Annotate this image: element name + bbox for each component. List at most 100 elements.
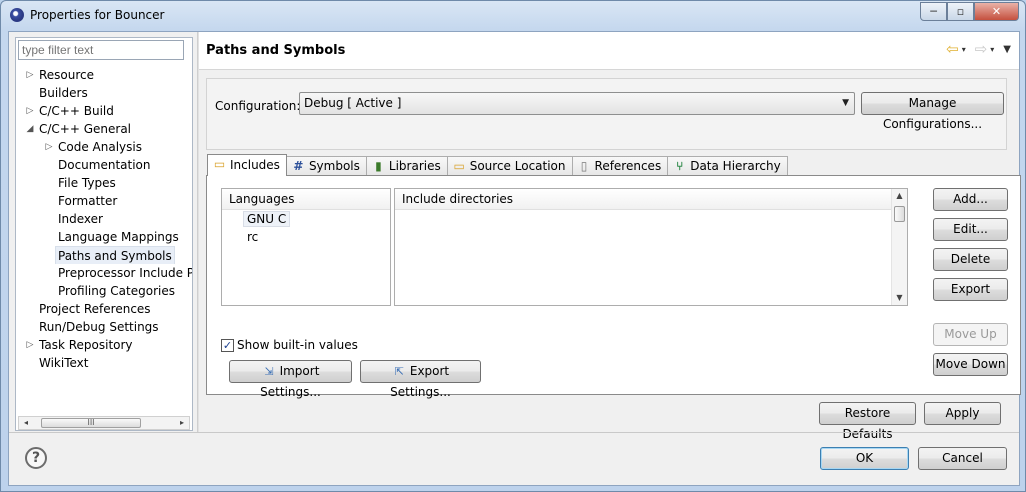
configuration-label: Configuration:	[215, 99, 301, 113]
configuration-select[interactable]: Debug [ Active ] ▼	[299, 92, 855, 115]
tree-item[interactable]: Profiling Categories	[16, 282, 192, 300]
maximize-button[interactable]: ▫	[947, 2, 974, 21]
move-up-button[interactable]: Move Up	[933, 323, 1008, 346]
scroll-left-icon[interactable]: ◂	[19, 417, 33, 429]
collapsed-twisty-icon[interactable]: ▷	[25, 336, 35, 354]
scroll-down-icon[interactable]: ▼	[892, 291, 907, 305]
tree-item[interactable]: Builders	[16, 84, 192, 102]
export-button[interactable]: Export	[933, 278, 1008, 301]
restore-defaults-button[interactable]: Restore Defaults	[819, 402, 916, 441]
tab-libraries[interactable]: ▮ Libraries	[365, 156, 448, 176]
forward-dropdown-icon[interactable]: ▾	[990, 45, 994, 54]
scroll-thumb[interactable]	[894, 206, 905, 222]
property-page-tree-pane: ▷ Resource Builders ▷ C/C++ Build ◢ C/C++ Gene…	[15, 37, 193, 431]
close-button[interactable]: ✕	[974, 2, 1019, 21]
show-builtin-values-checkbox[interactable]: ✓	[221, 338, 234, 352]
collapsed-twisty-icon[interactable]: ▷	[44, 138, 54, 156]
apply-button[interactable]: Apply	[924, 402, 1001, 425]
tree-item-label: Profiling Categories	[58, 284, 175, 298]
tree-item[interactable]: Paths and Symbols	[16, 246, 192, 264]
tree-item[interactable]: ◢ C/C++ General	[16, 120, 192, 138]
language-label: GNU C	[243, 211, 291, 227]
list-item[interactable]: GNU C	[222, 210, 390, 228]
scroll-thumb[interactable]: III	[41, 418, 141, 428]
back-dropdown-icon[interactable]: ▾	[962, 45, 966, 54]
minimize-button[interactable]: ─	[920, 2, 947, 21]
view-menu-icon[interactable]: ▼	[1003, 44, 1011, 55]
tree-item-label: C/C++ General	[39, 122, 132, 136]
tree-item[interactable]: Preprocessor Include Pa	[16, 264, 192, 282]
cancel-button[interactable]: Cancel	[918, 447, 1007, 470]
tree-item-label: Preprocessor Include Pa	[58, 266, 192, 280]
tab-symbols[interactable]: # Symbols	[285, 156, 367, 176]
forward-arrow-icon[interactable]: ⇨	[975, 42, 988, 57]
tree-item[interactable]: Indexer	[16, 210, 192, 228]
tree-item[interactable]: Formatter	[16, 192, 192, 210]
move-down-button[interactable]: Move Down	[933, 353, 1008, 376]
collapsed-twisty-icon[interactable]: ▷	[25, 66, 35, 84]
tree-item-label: File Types	[58, 176, 116, 190]
books-icon: ▮	[375, 159, 382, 173]
folder-icon: ▭	[213, 157, 226, 171]
tree-item-label: Project References	[39, 302, 151, 316]
tab-includes[interactable]: ▭ Includes	[207, 154, 287, 176]
tree-item-label: WikiText	[39, 356, 89, 370]
tree-horizontal-scrollbar[interactable]: ◂ III ▸	[18, 416, 190, 430]
tree-item-label: Run/Debug Settings	[39, 320, 159, 334]
tree-item[interactable]: ▷ Code Analysis	[16, 138, 192, 156]
manage-configurations-button[interactable]: Manage Configurations...	[861, 92, 1004, 131]
tree-item-label: Builders	[39, 86, 88, 100]
scroll-up-icon[interactable]: ▲	[892, 189, 907, 203]
tab-strip: ▭ Includes # Symbols ▮ Libraries ▭ Source Locat…	[207, 154, 788, 176]
page-title: Paths and Symbols	[206, 43, 346, 58]
chevron-down-icon: ▼	[842, 98, 849, 108]
tab-label: Symbols	[308, 159, 360, 173]
tree-item[interactable]: ▷ Resource	[16, 66, 192, 84]
title-bar[interactable]: Properties for Bouncer ─ ▫ ✕	[1, 1, 1025, 31]
collapsed-twisty-icon[interactable]: ▷	[25, 102, 35, 120]
include-directories-table[interactable]: Include directories ▲ ▼	[394, 188, 908, 306]
pane-splitter[interactable]	[197, 32, 199, 432]
tree-item[interactable]: Run/Debug Settings	[16, 318, 192, 336]
eclipse-icon	[10, 8, 24, 22]
tree-item-label: Code Analysis	[58, 140, 142, 154]
import-settings-button[interactable]: ⇲ Import Settings...	[229, 360, 352, 399]
tree-item-label: Indexer	[58, 212, 103, 226]
tree-item[interactable]: Language Mappings	[16, 228, 192, 246]
tree-item[interactable]: WikiText	[16, 354, 192, 372]
tree-item[interactable]: ▷ Task Repository	[16, 336, 192, 354]
filter-input[interactable]	[18, 40, 184, 60]
delete-button[interactable]: Delete	[933, 248, 1008, 271]
ok-button[interactable]: OK	[820, 447, 909, 470]
includes-tab-panel: Languages GNU C rc Include directories ▲ …	[206, 175, 1021, 399]
languages-list[interactable]: Languages GNU C rc	[221, 188, 391, 306]
tab-references[interactable]: ▯ References	[571, 156, 669, 176]
hierarchy-icon: ⑂	[676, 159, 684, 173]
tree-item[interactable]: Project References	[16, 300, 192, 318]
scroll-right-icon[interactable]: ▸	[175, 417, 189, 429]
include-directories-column-header[interactable]: Include directories	[395, 189, 907, 210]
expanded-twisty-icon[interactable]: ◢	[25, 120, 35, 138]
help-icon[interactable]: ?	[25, 447, 47, 469]
dialog-client-area: ▷ Resource Builders ▷ C/C++ Build ◢ C/C++ Gene…	[8, 31, 1021, 486]
tree-item[interactable]: Documentation	[16, 156, 192, 174]
tab-data-hierarchy[interactable]: ⑂ Data Hierarchy	[667, 156, 788, 176]
add-button[interactable]: Add...	[933, 188, 1008, 211]
tree-item[interactable]: File Types	[16, 174, 192, 192]
list-item[interactable]: rc	[222, 228, 390, 246]
back-arrow-icon[interactable]: ⇦	[946, 42, 959, 57]
document-icon: ▯	[580, 159, 588, 173]
hash-icon: #	[293, 159, 304, 173]
button-bar-separator	[9, 432, 1019, 433]
source-folder-icon: ▭	[453, 159, 465, 173]
tree-item-label: Resource	[39, 68, 95, 82]
show-builtin-values-label[interactable]: Show built-in values	[237, 338, 358, 352]
include-directories-scrollbar[interactable]: ▲ ▼	[891, 189, 907, 305]
import-icon: ⇲	[264, 365, 274, 378]
languages-column-header[interactable]: Languages	[222, 189, 390, 210]
edit-button[interactable]: Edit...	[933, 218, 1008, 241]
export-settings-button[interactable]: ⇱ Export Settings...	[360, 360, 481, 399]
tree-item[interactable]: ▷ C/C++ Build	[16, 102, 192, 120]
tab-source-location[interactable]: ▭ Source Location	[446, 156, 573, 176]
page-navigation: ⇦ ▾ ⇨ ▾ ▼	[946, 42, 1011, 57]
